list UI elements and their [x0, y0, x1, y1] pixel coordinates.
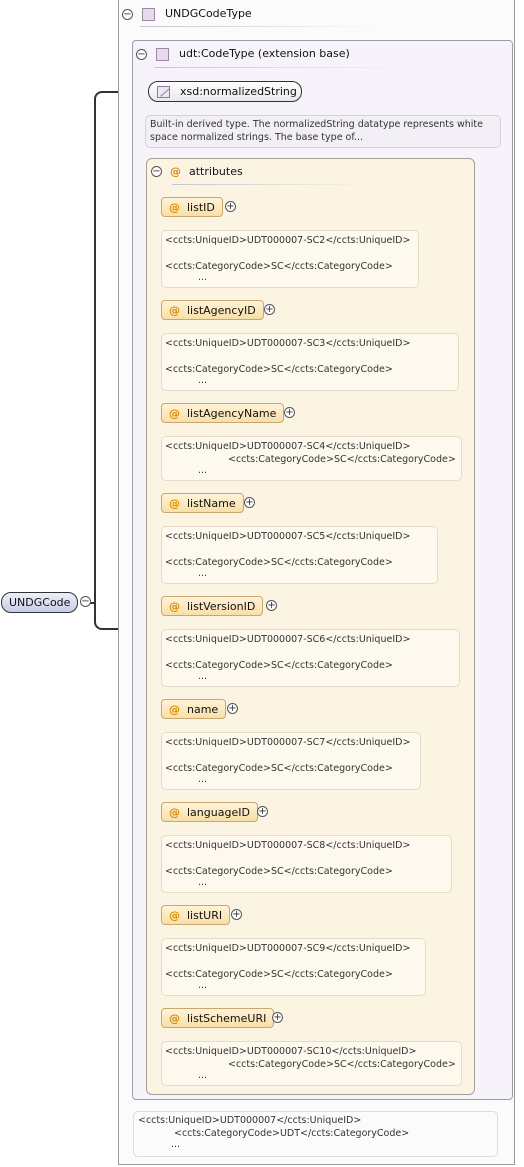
doc-line: <ccts:UniqueID>UDT000007-SC6</ccts:Uniqu… — [165, 634, 411, 645]
doc-ellipsis: ... — [198, 877, 208, 888]
attribute-name: listID — [187, 200, 215, 214]
at-sign-icon: @ — [169, 702, 180, 716]
attribute-documentation: <ccts:UniqueID>UDT000007-SC8</ccts:Uniqu… — [161, 835, 452, 893]
root-element-pill[interactable]: UNDGCode — [1, 592, 78, 613]
simple-type-icon — [157, 85, 170, 98]
minus-circle-icon[interactable]: − — [151, 166, 162, 177]
base-type-label: xsd:normalizedString — [180, 85, 297, 98]
at-sign-icon: @ — [169, 805, 180, 819]
doc-line: <ccts:CategoryCode>SC</ccts:CategoryCode… — [165, 866, 393, 877]
plus-circle-icon[interactable]: + — [284, 407, 295, 418]
doc-line: space normalized strings. The base type … — [150, 132, 364, 143]
attributes-header: − @ attributes — [151, 165, 243, 178]
attribute-pill-listSchemeURI[interactable]: @ listSchemeURI — [161, 1008, 275, 1028]
attribute-name: name — [187, 702, 219, 716]
doc-ellipsis: ... — [171, 1139, 181, 1150]
doc-line: <ccts:CategoryCode>SC</ccts:CategoryCode… — [165, 660, 393, 671]
attribute-pill-languageID[interactable]: @ languageID — [161, 802, 258, 822]
complex-type-icon — [156, 48, 169, 61]
plus-circle-icon[interactable]: + — [244, 497, 255, 508]
attribute-documentation: <ccts:UniqueID>UDT000007-SC7</ccts:Uniqu… — [161, 732, 421, 790]
doc-ellipsis: ... — [198, 980, 208, 991]
doc-line: <ccts:CategoryCode>SC</ccts:CategoryCode… — [165, 364, 393, 375]
base-type-pill[interactable]: xsd:normalizedString — [148, 81, 302, 102]
doc-line: <ccts:UniqueID>UDT000007-SC9</ccts:Uniqu… — [165, 943, 411, 954]
attribute-pill-listURI[interactable]: @ listURI — [161, 905, 231, 925]
doc-line: <ccts:UniqueID>UDT000007-SC5</ccts:Uniqu… — [165, 531, 411, 542]
plus-circle-icon[interactable]: + — [264, 304, 275, 315]
root-element-label: UNDGCode — [9, 596, 71, 609]
attribute-documentation: <ccts:UniqueID>UDT000007-SC6</ccts:Uniqu… — [161, 629, 460, 687]
at-sign-icon: @ — [169, 200, 180, 214]
attribute-name: listURI — [187, 908, 223, 922]
attribute-name: listAgencyID — [187, 303, 256, 317]
doc-ellipsis: ... — [198, 465, 208, 476]
doc-ellipsis: ... — [198, 375, 208, 386]
plus-circle-icon[interactable]: + — [257, 806, 268, 817]
attribute-pill-listAgencyID[interactable]: @ listAgencyID — [161, 300, 264, 320]
type-documentation: <ccts:UniqueID>UDT000007</ccts:UniqueID>… — [133, 1111, 498, 1157]
attribute-name: listAgencyName — [187, 406, 277, 420]
doc-line: <ccts:UniqueID>UDT000007-SC4</ccts:Uniqu… — [165, 441, 411, 452]
attribute-documentation: <ccts:UniqueID>UDT000007-SC4</ccts:Uniqu… — [161, 436, 462, 481]
attribute-name: languageID — [187, 805, 250, 819]
at-sign-icon: @ — [169, 599, 180, 613]
doc-line: <ccts:UniqueID>UDT000007-SC7</ccts:Uniqu… — [165, 737, 411, 748]
header-divider — [172, 184, 372, 185]
doc-line: <ccts:UniqueID>UDT000007-SC3</ccts:Uniqu… — [165, 338, 411, 349]
minus-circle-icon[interactable]: − — [122, 9, 133, 20]
doc-line: <ccts:CategoryCode>SC</ccts:CategoryCode… — [228, 454, 456, 465]
plus-circle-icon[interactable]: + — [266, 600, 277, 611]
at-sign-icon: @ — [170, 165, 181, 178]
attribute-documentation: <ccts:UniqueID>UDT000007-SC3</ccts:Uniqu… — [161, 333, 459, 391]
plus-circle-icon[interactable]: + — [272, 1012, 283, 1023]
plus-circle-icon[interactable]: + — [225, 201, 236, 212]
doc-line: <ccts:CategoryCode>SC</ccts:CategoryCode… — [228, 1059, 456, 1070]
doc-line: <ccts:CategoryCode>UDT</ccts:CategoryCod… — [174, 1128, 410, 1139]
attribute-pill-name[interactable]: @ name — [161, 699, 227, 719]
plus-circle-icon[interactable]: + — [227, 703, 238, 714]
attribute-pill-listAgencyName[interactable]: @ listAgencyName — [161, 403, 285, 423]
attribute-pill-listName[interactable]: @ listName — [161, 493, 244, 513]
complex-type-label: UNDGCodeType — [165, 7, 252, 20]
complex-type-icon — [142, 8, 155, 21]
at-sign-icon: @ — [169, 406, 180, 420]
header-divider — [154, 67, 414, 68]
doc-ellipsis: ... — [198, 272, 208, 283]
doc-line: <ccts:UniqueID>UDT000007</ccts:UniqueID> — [138, 1115, 362, 1126]
base-type-documentation: Built-in derived type. The normalizedStr… — [145, 115, 501, 148]
at-sign-icon: @ — [169, 496, 180, 510]
doc-ellipsis: ... — [198, 774, 208, 785]
attribute-documentation: <ccts:UniqueID>UDT000007-SC9</ccts:Uniqu… — [161, 938, 426, 996]
minus-circle-icon[interactable]: − — [80, 596, 91, 607]
header-divider — [140, 26, 380, 27]
attribute-name: listSchemeURI — [187, 1011, 267, 1025]
at-sign-icon: @ — [169, 1011, 180, 1025]
at-sign-icon: @ — [169, 303, 180, 317]
attribute-name: listVersionID — [187, 599, 256, 613]
doc-ellipsis: ... — [198, 671, 208, 682]
doc-line: Built-in derived type. The normalizedStr… — [150, 119, 483, 130]
attribute-pill-listVersionID[interactable]: @ listVersionID — [161, 596, 264, 616]
doc-line: <ccts:UniqueID>UDT000007-SC2</ccts:Uniqu… — [165, 235, 411, 246]
doc-line: <ccts:UniqueID>UDT000007-SC8</ccts:Uniqu… — [165, 840, 411, 851]
attribute-documentation: <ccts:UniqueID>UDT000007-SC2</ccts:Uniqu… — [161, 230, 419, 288]
attributes-label: attributes — [189, 165, 243, 178]
attribute-name: listName — [187, 496, 236, 510]
doc-ellipsis: ... — [198, 568, 208, 579]
attribute-pill-listID[interactable]: @ listID — [161, 197, 223, 217]
doc-line: <ccts:UniqueID>UDT000007-SC10</ccts:Uniq… — [165, 1046, 417, 1057]
doc-ellipsis: ... — [198, 1070, 208, 1081]
extension-label: udt:CodeType (extension base) — [179, 47, 350, 60]
attribute-documentation: <ccts:UniqueID>UDT000007-SC5</ccts:Uniqu… — [161, 526, 438, 584]
plus-circle-icon[interactable]: + — [231, 909, 242, 920]
minus-circle-icon[interactable]: − — [136, 49, 147, 60]
at-sign-icon: @ — [169, 908, 180, 922]
attribute-documentation: <ccts:UniqueID>UDT000007-SC10</ccts:Uniq… — [161, 1041, 462, 1086]
